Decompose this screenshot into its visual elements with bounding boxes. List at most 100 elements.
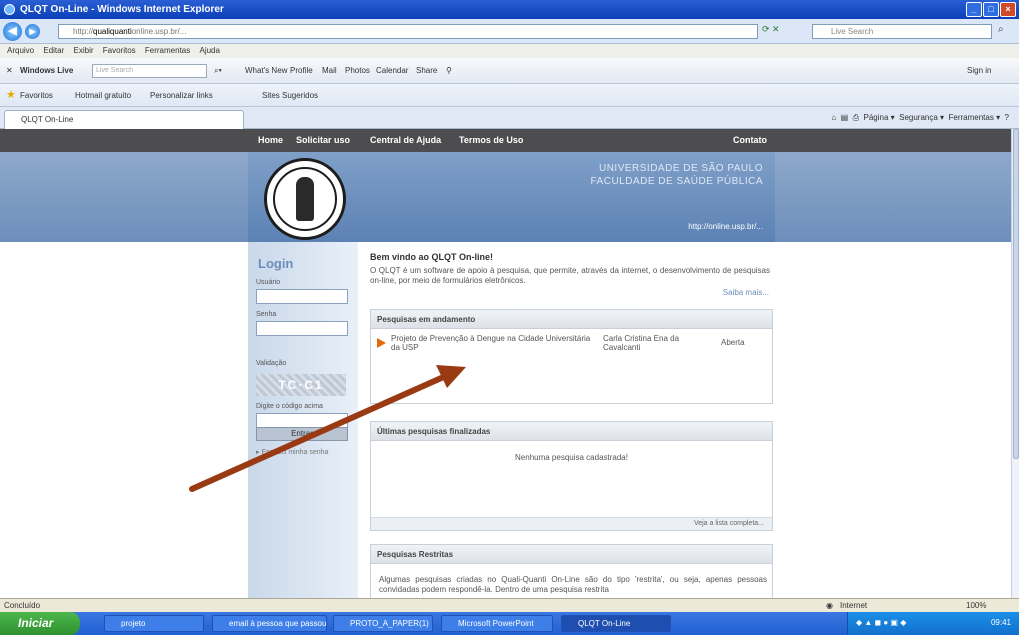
login-panel: Login Usuário Senha Validação TC·C1 Digi… xyxy=(248,242,358,598)
start-button[interactable]: Iniciar xyxy=(0,612,80,635)
toolbar-link-calendar[interactable]: Calendar xyxy=(376,66,408,75)
ie-icon xyxy=(4,4,15,15)
window-titlebar: QLQT On-Line - Windows Internet Explorer… xyxy=(0,0,1019,19)
university-seal-logo xyxy=(264,158,346,240)
site-banner: UNIVERSIDADE DE SÃO PAULO FACULDADE DE S… xyxy=(0,152,1011,242)
favorite-customize-links[interactable]: Personalizar links xyxy=(150,91,213,100)
toolbar-close-icon[interactable]: ✕ xyxy=(6,66,13,75)
back-arrow-icon[interactable]: ◀ xyxy=(3,22,22,41)
restricted-text: Algumas pesquisas criadas no Quali-Quant… xyxy=(379,575,767,594)
menu-view[interactable]: Exibir xyxy=(74,44,94,58)
intro-text: O QLQT é um software de apoio à pesquisa… xyxy=(370,266,770,285)
help-icon[interactable]: ? xyxy=(1005,113,1009,122)
taskbar-item-qlqt[interactable]: QLQT On-Line xyxy=(561,615,671,632)
minimize-button[interactable]: _ xyxy=(966,2,982,17)
survey-status: Aberta xyxy=(721,338,745,347)
forgot-password-text: Esqueci minha senha xyxy=(261,449,329,456)
favorites-star-icon[interactable]: ★ xyxy=(6,88,16,101)
toolbar-link-photos[interactable]: Photos xyxy=(345,66,370,75)
ongoing-surveys-box: Pesquisas em andamento Projeto de Preven… xyxy=(370,309,773,404)
login-title: Login xyxy=(258,256,294,271)
refresh-icon[interactable]: ⟳ ✕ xyxy=(762,24,806,39)
forward-arrow-icon[interactable]: ▶ xyxy=(25,24,40,39)
survey-project-link[interactable]: Projeto de Prevenção à Dengue na Cidade … xyxy=(391,334,591,352)
url-domain: qualiquanti xyxy=(93,27,132,36)
home-icon[interactable]: ⌂ xyxy=(831,113,836,122)
login-button[interactable]: Entrar xyxy=(256,427,348,441)
print-icon[interactable]: ⎙ xyxy=(853,113,859,122)
forgot-password-link[interactable]: ▸ Esqueci minha senha xyxy=(256,448,328,456)
learn-more-link[interactable]: Saiba mais... xyxy=(723,288,769,297)
taskbar-item-powerpoint[interactable]: Microsoft PowerPoint xyxy=(441,615,553,632)
toolbar-search-input[interactable]: Live Search xyxy=(92,64,207,78)
system-tray: ◆ ▲ ◼ ● ▣ ◆ 09:41 xyxy=(847,612,1019,635)
status-bar: Concluído ◉ Internet 100% xyxy=(0,598,1019,612)
security-zone: Internet xyxy=(840,601,868,610)
clock: 09:41 xyxy=(990,618,1011,627)
validation-label: Validação xyxy=(256,360,287,367)
full-list-link[interactable]: Veja a lista completa... xyxy=(371,517,772,530)
favorite-hotmail[interactable]: Hotmail gratuito xyxy=(75,91,131,100)
favorite-suggested-sites[interactable]: Sites Sugeridos xyxy=(262,91,318,100)
command-tools[interactable]: Ferramentas xyxy=(949,113,994,122)
nav-help-center[interactable]: Central de Ajuda xyxy=(370,135,441,145)
search-icon[interactable]: ⌕ xyxy=(998,24,1013,39)
toolbar-link-share[interactable]: Share xyxy=(416,66,437,75)
toolbar-search-icon[interactable]: ⌕▾ xyxy=(214,66,222,76)
taskbar-item-email[interactable]: email à pessoa que passou... xyxy=(212,615,327,632)
tab-bar: QLQT On-Line ⌂ ▤ ⎙ Página ▾ Segurança ▾ … xyxy=(0,107,1019,129)
scrollbar-thumb[interactable] xyxy=(1013,129,1019,459)
welcome-heading: Bem vindo ao QLQT On-line! xyxy=(370,252,494,262)
university-name: UNIVERSIDADE DE SÃO PAULO FACULDADE DE S… xyxy=(591,162,764,188)
tray-icons[interactable]: ◆ ▲ ◼ ● ▣ ◆ xyxy=(856,618,906,627)
windows-live-button[interactable]: Windows Live xyxy=(20,66,73,75)
url-input[interactable]: http://qualiquantionline.usp.br/... xyxy=(58,24,758,39)
zoom-level[interactable]: 100% xyxy=(966,601,986,610)
user-label: Usuário xyxy=(256,279,281,286)
signin-link[interactable]: Sign in xyxy=(967,66,991,75)
tab-qlqt[interactable]: QLQT On-Line xyxy=(4,110,244,129)
close-button[interactable]: × xyxy=(1000,2,1016,17)
survey-author: Carla Cristina Ena da Cavalcanti xyxy=(603,334,680,352)
menu-favorites[interactable]: Favoritos xyxy=(103,44,136,58)
restricted-surveys-box: Pesquisas Restritas Algumas pesquisas cr… xyxy=(370,544,773,598)
university-line-2: FACULDADE DE SAÚDE PÚBLICA xyxy=(590,176,763,187)
toolbar-extra-icon[interactable]: ⚲ xyxy=(446,66,452,75)
feeds-icon[interactable]: ▤ xyxy=(841,113,849,122)
page-viewport: Home Solicitar uso Central de Ajuda Term… xyxy=(0,129,1011,598)
nav-home[interactable]: Home xyxy=(258,135,283,145)
user-input[interactable] xyxy=(256,289,348,304)
site-url[interactable]: http://online.usp.br/... xyxy=(688,222,763,231)
toolbar-link-profile[interactable]: Profile xyxy=(290,66,313,75)
nav-terms[interactable]: Termos de Uso xyxy=(459,135,523,145)
menu-tools[interactable]: Ferramentas xyxy=(145,44,190,58)
password-input[interactable] xyxy=(256,321,348,336)
finished-surveys-title: Últimas pesquisas finalizadas xyxy=(371,422,772,441)
captcha-input[interactable] xyxy=(256,413,348,428)
toolbar-link-whats-new[interactable]: What's New xyxy=(245,66,287,75)
nav-request-use[interactable]: Solicitar uso xyxy=(296,135,350,145)
toolbar-link-mail[interactable]: Mail xyxy=(322,66,337,75)
maximize-button[interactable]: □ xyxy=(983,2,999,17)
nav-contact[interactable]: Contato xyxy=(733,135,767,145)
menu-help[interactable]: Ajuda xyxy=(199,44,219,58)
url-path: online.usp.br/... xyxy=(131,27,187,36)
status-text: Concluído xyxy=(4,601,41,610)
command-security[interactable]: Segurança xyxy=(899,113,938,122)
favorites-bar: ★ Favoritos Hotmail gratuito Personaliza… xyxy=(0,84,1019,107)
vertical-scrollbar[interactable] xyxy=(1011,129,1019,598)
banner-inner: UNIVERSIDADE DE SÃO PAULO FACULDADE DE S… xyxy=(248,152,775,242)
taskbar-item-projeto[interactable]: projeto xyxy=(104,615,204,632)
live-search-input[interactable]: Live Search xyxy=(812,24,992,39)
command-page[interactable]: Página xyxy=(864,113,889,122)
internet-zone-icon: ◉ xyxy=(826,601,833,610)
address-bar: ◀ ▶ http://qualiquantionline.usp.br/... … xyxy=(0,19,1019,44)
menu-file[interactable]: Arquivo xyxy=(7,44,34,58)
favorites-button[interactable]: Favoritos xyxy=(20,91,53,100)
window-title: QLQT On-Line - Windows Internet Explorer xyxy=(20,4,224,15)
site-nav: Home Solicitar uso Central de Ajuda Term… xyxy=(0,129,1011,152)
tab-title: QLQT On-Line xyxy=(21,115,74,124)
taskbar-item-paper[interactable]: PROTO_A_PAPER(1) xyxy=(333,615,433,632)
ongoing-surveys-title: Pesquisas em andamento xyxy=(371,310,772,329)
menu-edit[interactable]: Editar xyxy=(43,44,64,58)
